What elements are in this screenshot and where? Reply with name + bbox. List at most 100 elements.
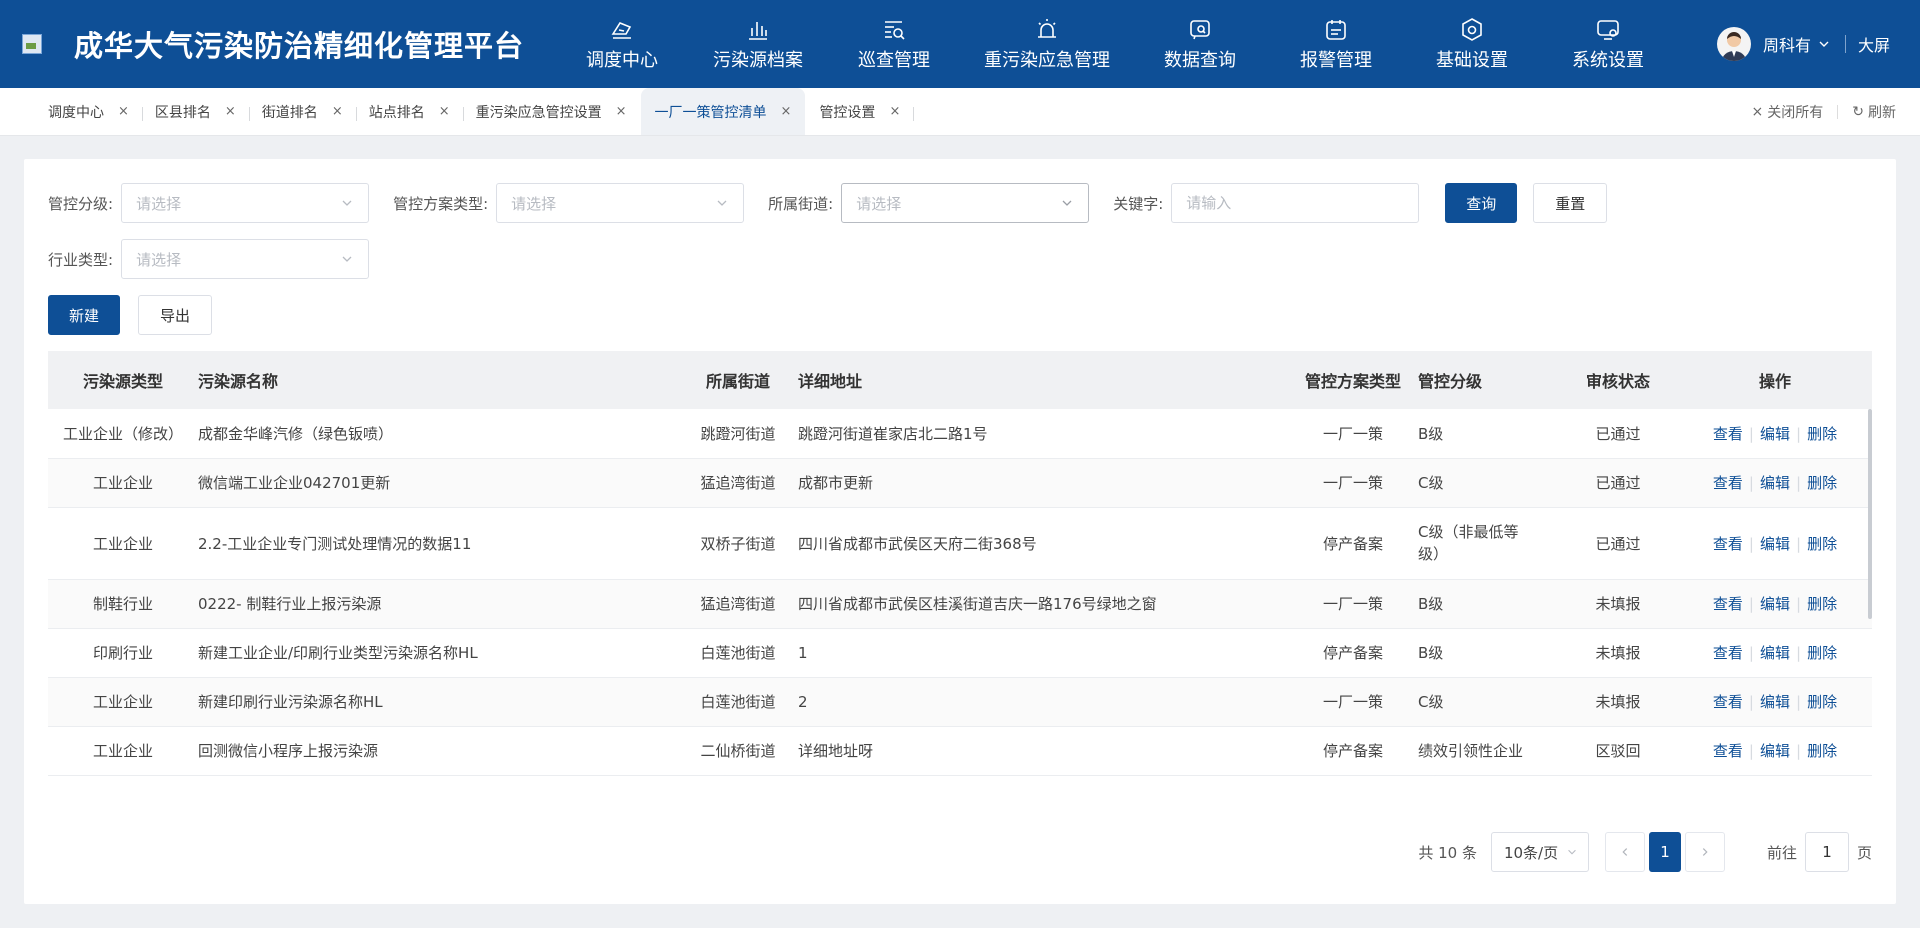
close-icon[interactable]: × bbox=[781, 104, 792, 119]
table-cell: 猛追湾街道 bbox=[678, 579, 798, 629]
nav-label: 基础设置 bbox=[1436, 50, 1509, 71]
tab-district-ranking[interactable]: 区县排名 × bbox=[143, 88, 250, 135]
table-cell: 绩效引领性企业 bbox=[1418, 726, 1558, 776]
row-actions: 查看 | 编辑 | 删除 bbox=[1678, 579, 1872, 629]
table-cell: 已通过 bbox=[1558, 409, 1678, 459]
table-cell: 制鞋行业 bbox=[48, 579, 198, 629]
delete-link[interactable]: 删除 bbox=[1807, 474, 1837, 492]
tab-dispatch[interactable]: 调度中心 × bbox=[36, 88, 143, 135]
select-placeholder: 请选择 bbox=[136, 250, 182, 269]
nav-item-data-query[interactable]: 数据查询 bbox=[1132, 0, 1268, 88]
delete-link[interactable]: 删除 bbox=[1807, 644, 1837, 662]
edit-link[interactable]: 编辑 bbox=[1760, 693, 1790, 711]
prev-page-button[interactable] bbox=[1604, 832, 1645, 872]
page-size-select[interactable]: 10条/页 bbox=[1490, 832, 1589, 872]
inspection-icon bbox=[885, 21, 905, 40]
table-row: 印刷行业 新建工业企业/印刷行业类型污染源名称HL 白莲池街道 1 停产备案 B级 未填报查… bbox=[48, 628, 1872, 678]
edit-link[interactable]: 编辑 bbox=[1760, 535, 1790, 553]
nav-item-system-settings[interactable]: 系统设置 bbox=[1540, 0, 1676, 88]
goto-label: 前往 bbox=[1766, 843, 1797, 862]
control-level-label: 管控分级: bbox=[48, 194, 114, 213]
close-icon[interactable]: × bbox=[616, 104, 627, 119]
edit-link[interactable]: 编辑 bbox=[1760, 474, 1790, 492]
industry-select[interactable]: 请选择 bbox=[121, 239, 370, 279]
refresh-label: 刷新 bbox=[1868, 104, 1896, 121]
view-link[interactable]: 查看 bbox=[1713, 474, 1743, 492]
view-link[interactable]: 查看 bbox=[1713, 595, 1743, 613]
close-icon[interactable]: × bbox=[332, 104, 343, 119]
view-link[interactable]: 查看 bbox=[1713, 742, 1743, 760]
edit-link[interactable]: 编辑 bbox=[1760, 742, 1790, 760]
view-link[interactable]: 查看 bbox=[1713, 644, 1743, 662]
table-cell: 详细地址呀 bbox=[798, 726, 1288, 776]
tab-control-list[interactable]: 一厂一策管控清单 × bbox=[640, 88, 806, 135]
refresh-button[interactable]: ↻ 刷新 bbox=[1852, 102, 1896, 122]
user-name[interactable]: 周科有 bbox=[1763, 32, 1811, 56]
action-row: 新建 导出 bbox=[48, 295, 1896, 335]
nav-item-pollution-archive[interactable]: 污染源档案 bbox=[690, 0, 826, 88]
table-cell: 工业企业（修改） bbox=[48, 409, 198, 459]
refresh-icon: ↻ bbox=[1852, 103, 1864, 120]
view-link[interactable]: 查看 bbox=[1713, 425, 1743, 443]
table-cell: B级 bbox=[1418, 628, 1558, 678]
plan-type-label: 管控方案类型: bbox=[393, 194, 489, 213]
export-button[interactable]: 导出 bbox=[138, 295, 212, 335]
tab-emergency-control-settings[interactable]: 重污染应急管控设置 × bbox=[464, 88, 639, 135]
goto-page-input[interactable] bbox=[1804, 832, 1849, 872]
new-button[interactable]: 新建 bbox=[48, 295, 120, 335]
nav-item-basic-settings[interactable]: 基础设置 bbox=[1404, 0, 1540, 88]
close-all-button[interactable]: × 关闭所有 bbox=[1752, 102, 1824, 122]
table-cell: 印刷行业 bbox=[48, 628, 198, 678]
row-actions: 查看 | 编辑 | 删除 bbox=[1678, 726, 1872, 776]
delete-link[interactable]: 删除 bbox=[1807, 742, 1837, 760]
tab-street-ranking[interactable]: 街道排名 × bbox=[250, 88, 357, 135]
table-row: 工业企业 2.2-工业企业专门测试处理情况的数据11 双桥子街道 四川省成都市武侯区天… bbox=[48, 507, 1872, 580]
nav-item-inspection[interactable]: 巡查管理 bbox=[826, 0, 962, 88]
next-page-button[interactable] bbox=[1684, 832, 1725, 872]
table-cell: C级 bbox=[1418, 458, 1558, 508]
tab-label: 管控设置 bbox=[819, 104, 876, 121]
chevron-down-icon[interactable] bbox=[1817, 37, 1831, 51]
select-placeholder: 请选择 bbox=[136, 194, 182, 213]
tab-bar: 调度中心 × 区县排名 × 街道排名 × 站点排名 × 重污染应急管控设置 × 一厂一策管… bbox=[0, 88, 1920, 136]
page-number-current[interactable]: 1 bbox=[1648, 832, 1681, 872]
close-icon[interactable]: × bbox=[118, 104, 129, 119]
delete-link[interactable]: 删除 bbox=[1807, 693, 1837, 711]
close-icon[interactable]: × bbox=[439, 104, 450, 119]
table-cell: 停产备案 bbox=[1288, 628, 1418, 678]
edit-link[interactable]: 编辑 bbox=[1760, 595, 1790, 613]
bar-chart-icon bbox=[749, 22, 768, 40]
plan-type-select[interactable]: 请选择 bbox=[496, 183, 745, 223]
tab-control-settings[interactable]: 管控设置 × bbox=[807, 88, 915, 135]
table-scrollbar[interactable] bbox=[1868, 409, 1872, 619]
reset-button[interactable]: 重置 bbox=[1533, 183, 1608, 223]
table-cell: 白莲池街道 bbox=[678, 628, 798, 678]
chevron-left-icon bbox=[1622, 848, 1628, 856]
nav-item-alarm[interactable]: 报警管理 bbox=[1268, 0, 1404, 88]
delete-link[interactable]: 删除 bbox=[1807, 535, 1837, 553]
edit-link[interactable]: 编辑 bbox=[1760, 644, 1790, 662]
avatar[interactable] bbox=[1716, 27, 1751, 61]
nav-item-dispatch[interactable]: 调度中心 bbox=[554, 0, 690, 88]
street-select[interactable]: 请选择 bbox=[841, 183, 1090, 223]
view-link[interactable]: 查看 bbox=[1713, 535, 1743, 553]
nav-item-emergency[interactable]: 重污染应急管理 bbox=[962, 0, 1132, 88]
query-button[interactable]: 查询 bbox=[1445, 183, 1518, 223]
big-screen-link[interactable]: 大屏 bbox=[1858, 32, 1890, 56]
control-level-select[interactable]: 请选择 bbox=[121, 183, 370, 223]
tab-station-ranking[interactable]: 站点排名 × bbox=[357, 88, 464, 135]
col-header: 管控分级 bbox=[1418, 372, 1483, 391]
col-header: 审核状态 bbox=[1585, 372, 1650, 391]
divider: | bbox=[1748, 742, 1754, 760]
edit-link[interactable]: 编辑 bbox=[1760, 425, 1790, 443]
main-nav: 调度中心 污染源档案 巡查管理 重污染应急管理 数据查询 报警管理 基础设置 系… bbox=[554, 0, 1676, 88]
close-icon[interactable]: × bbox=[225, 104, 236, 119]
table-cell: 成都金华峰汽修（绿色钣喷） bbox=[198, 409, 678, 459]
delete-link[interactable]: 删除 bbox=[1807, 595, 1837, 613]
delete-link[interactable]: 删除 bbox=[1807, 425, 1837, 443]
close-icon[interactable]: × bbox=[889, 104, 900, 119]
view-link[interactable]: 查看 bbox=[1713, 693, 1743, 711]
table-cell: C级（非最低等级） bbox=[1418, 507, 1558, 580]
divider: | bbox=[1796, 595, 1802, 613]
keyword-input[interactable] bbox=[1171, 183, 1420, 223]
